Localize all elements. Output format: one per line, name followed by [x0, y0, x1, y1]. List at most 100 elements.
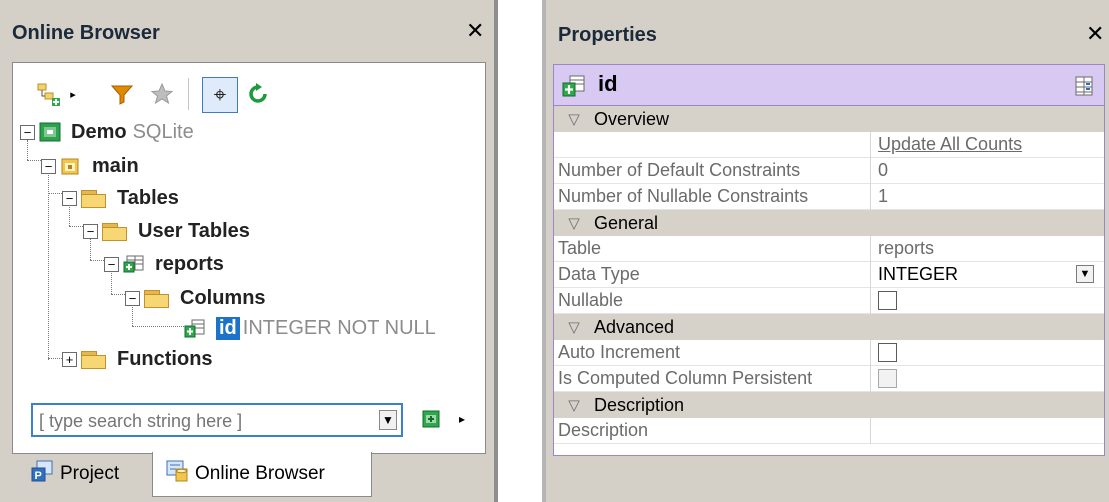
tree-item-main[interactable]: − main [41, 152, 139, 180]
property-row: Number of Default Constraints 0 [554, 158, 1104, 184]
properties-object-header: id [553, 64, 1105, 106]
collapse-toggle-icon[interactable]: − [20, 124, 35, 140]
online-browser-icon [165, 459, 189, 489]
tree-label-main: main [92, 154, 139, 177]
folder-icon [144, 288, 170, 308]
browser-toolbar: ▸ ⌖ [14, 66, 454, 124]
property-row: Is Computed Column Persistent [554, 366, 1104, 392]
nullable-checkbox[interactable] [878, 291, 897, 310]
search-more-arrow-icon[interactable]: ▸ [459, 412, 465, 426]
collapse-toggle-icon[interactable]: − [125, 290, 140, 306]
property-row: Description [554, 418, 1104, 444]
search-options-icon[interactable] [422, 410, 440, 428]
search-input[interactable] [37, 408, 371, 434]
crosshair-icon[interactable]: ⌖ [202, 77, 238, 113]
collapse-toggle-icon[interactable]: − [62, 190, 77, 206]
section-advanced[interactable]: ▽ Advanced [554, 314, 1104, 340]
property-grid: ▽ Overview Update All Counts Number of D… [553, 106, 1105, 456]
property-name: Is Computed Column Persistent [558, 368, 813, 388]
folder-icon [102, 221, 128, 241]
close-icon[interactable]: ✕ [466, 18, 484, 44]
expand-toggle-icon[interactable]: + [62, 351, 77, 367]
column-divider [870, 158, 871, 184]
collapse-triangle-icon[interactable]: ▽ [554, 318, 594, 336]
property-name: Number of Nullable Constraints [558, 186, 809, 206]
online-browser-title: Online Browser [12, 22, 160, 44]
computed-persistent-checkbox[interactable] [878, 369, 897, 388]
property-name: Description [558, 420, 649, 440]
tab-project[interactable]: P Project [16, 452, 146, 496]
tree-item-reports[interactable]: − reports [104, 250, 224, 278]
panel-divider [494, 0, 498, 502]
tree-label-reports: reports [155, 252, 224, 275]
auto-increment-checkbox[interactable] [878, 343, 897, 362]
tree-label-id[interactable]: id [216, 316, 240, 340]
section-overview[interactable]: ▽ Overview [554, 106, 1104, 132]
search-box: ▼ [31, 403, 403, 437]
property-row: Number of Nullable Constraints 1 [554, 184, 1104, 210]
section-description[interactable]: ▽ Description [554, 392, 1104, 418]
column-divider [870, 418, 871, 444]
property-value: 0 [878, 160, 889, 180]
tree-item-user-tables[interactable]: − User Tables [83, 217, 250, 245]
collapse-triangle-icon[interactable]: ▽ [554, 110, 594, 128]
collapse-triangle-icon[interactable]: ▽ [554, 396, 594, 414]
tree-label-demo: Demo [71, 120, 127, 143]
collapse-toggle-icon[interactable]: − [83, 223, 98, 239]
tree-item-tables[interactable]: − Tables [62, 184, 179, 212]
tree-connector [48, 193, 62, 194]
panel-divider [542, 0, 546, 502]
update-all-counts-link[interactable]: Update All Counts [878, 134, 1022, 155]
column-divider [870, 132, 871, 158]
properties-title: Properties [558, 24, 657, 46]
column-divider [870, 340, 871, 366]
column-key-icon [562, 74, 586, 103]
filter-icon[interactable] [108, 80, 136, 108]
section-general[interactable]: ▽ General [554, 210, 1104, 236]
section-general-label: General [594, 212, 659, 233]
tree-item-functions[interactable]: + Functions [62, 345, 213, 373]
toolbar-separator [188, 78, 189, 110]
tree-item-id-column[interactable]: id INTEGER NOT NULL [184, 314, 436, 342]
dropdown-arrow-icon[interactable]: ▼ [1076, 265, 1094, 283]
database-tree: − Demo SQLite − main − Tables − User Tab… [20, 118, 480, 390]
collapse-triangle-icon[interactable]: ▽ [554, 214, 594, 232]
section-overview-label: Overview [594, 108, 670, 129]
panel-tabs: P Project Online Browser [12, 452, 492, 500]
column-divider [870, 262, 871, 288]
refresh-icon[interactable] [244, 80, 272, 108]
database-connection-icon [39, 122, 61, 142]
table-icon [123, 254, 145, 274]
column-divider [870, 184, 871, 210]
tree-connector [132, 326, 184, 327]
property-row: Table reports [554, 236, 1104, 262]
close-icon[interactable]: ✕ [1086, 21, 1104, 47]
property-row: Auto Increment [554, 340, 1104, 366]
tree-label-id-type: INTEGER NOT NULL [242, 316, 436, 339]
collapse-toggle-icon[interactable]: − [104, 256, 119, 272]
column-key-icon [184, 318, 206, 338]
tree-label-demo-type: SQLite [132, 120, 194, 143]
tab-online-browser-label: Online Browser [195, 463, 325, 484]
search-dropdown-button[interactable]: ▼ [379, 410, 397, 430]
dropdown-arrow-icon[interactable]: ▸ [66, 82, 80, 106]
favorites-star-icon[interactable] [148, 80, 176, 108]
column-divider [870, 366, 871, 392]
folder-icon [81, 349, 107, 369]
add-connection-icon[interactable] [34, 80, 62, 108]
tree-connector [48, 358, 62, 359]
tree-item-columns[interactable]: − Columns [125, 284, 266, 312]
data-type-select[interactable]: INTEGER [878, 264, 958, 285]
property-name: Table [558, 238, 602, 258]
tree-connector [90, 260, 104, 261]
categorized-view-icon[interactable] [1074, 75, 1094, 102]
properties-object-name: id [598, 71, 618, 96]
property-row: Update All Counts [554, 132, 1104, 158]
tab-online-browser[interactable]: Online Browser [152, 452, 372, 497]
property-name: Auto Increment [558, 342, 681, 362]
collapse-toggle-icon[interactable]: − [41, 158, 56, 174]
property-name: Nullable [558, 290, 624, 310]
tree-item-demo[interactable]: − Demo SQLite [20, 118, 194, 146]
property-name: Data Type [558, 264, 640, 284]
property-value: 1 [878, 186, 889, 206]
